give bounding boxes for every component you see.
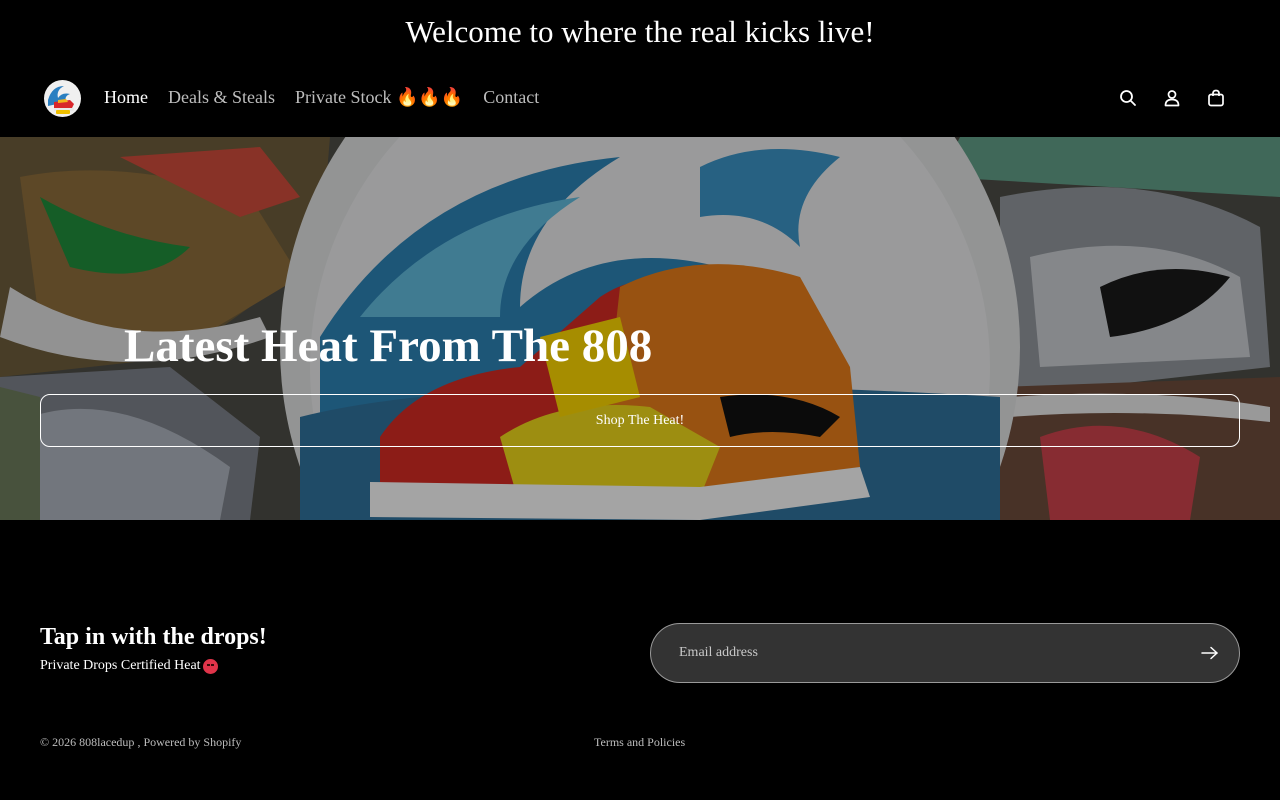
arrow-right-icon <box>1201 646 1218 660</box>
hero-banner: Latest Heat From The 808 Shop The Heat! <box>0 137 1280 520</box>
terms-and-policies-link[interactable]: Terms and Policies <box>594 735 685 750</box>
footer-copyright: © 2026 808lacedup , Powered by Shopify <box>40 735 241 750</box>
hero-title: Latest Heat From The 808 <box>124 320 653 372</box>
shop-the-heat-button[interactable]: Shop The Heat! <box>40 394 1240 447</box>
nav-item-deals-steals[interactable]: Deals & Steals <box>168 87 275 108</box>
account-button[interactable] <box>1160 86 1184 110</box>
newsletter-submit-button[interactable] <box>1199 642 1221 664</box>
email-input[interactable] <box>679 624 1179 682</box>
cart-button[interactable] <box>1204 86 1228 110</box>
cart-icon <box>1208 89 1224 107</box>
nav-item-private-stock[interactable]: Private Stock 🔥🔥🔥 <box>295 87 463 108</box>
copyright-text: © 2026 808lacedup <box>40 735 135 749</box>
shop-the-heat-label: Shop The Heat! <box>595 412 685 428</box>
nav-item-contact[interactable]: Contact <box>483 87 539 108</box>
newsletter-title: Tap in with the drops! <box>40 624 267 650</box>
powered-by-shopify-link[interactable]: , Powered by Shopify <box>137 735 241 749</box>
search-icon <box>1120 90 1136 106</box>
main-nav: Home Deals & Steals Private Stock 🔥🔥🔥 Co… <box>104 87 539 108</box>
808-wave-sneaker-logo-icon <box>44 80 81 117</box>
search-button[interactable] <box>1116 86 1140 110</box>
announcement-bar: Welcome to where the real kicks live! <box>0 0 1280 64</box>
nav-item-home[interactable]: Home <box>104 87 148 108</box>
announcement-text: Welcome to where the real kicks live! <box>405 14 875 49</box>
site-header: Home Deals & Steals Private Stock 🔥🔥🔥 Co… <box>0 64 1280 137</box>
header-icons <box>1116 86 1228 110</box>
angry-face-emoji-icon <box>202 658 218 674</box>
newsletter-subtitle: Private Drops Certified Heat <box>40 658 218 674</box>
account-icon <box>1164 90 1180 107</box>
newsletter-form <box>650 623 1240 683</box>
store-logo[interactable] <box>44 80 81 117</box>
newsletter-subtitle-text: Private Drops Certified Heat <box>40 658 201 673</box>
